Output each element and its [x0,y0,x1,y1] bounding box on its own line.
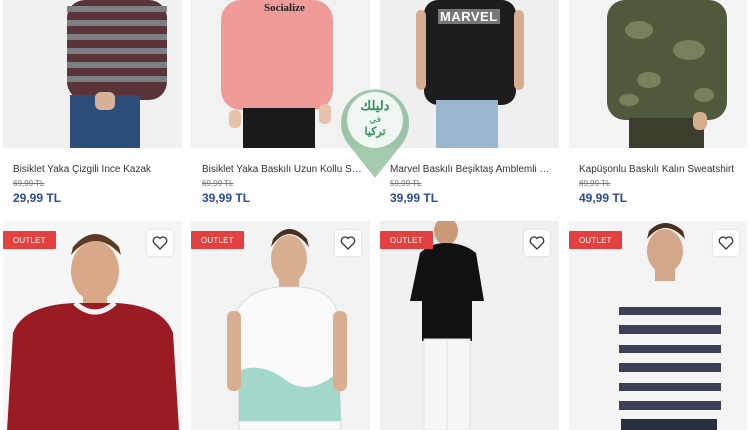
favorite-button[interactable] [524,230,550,256]
old-price: 59,99 TL [390,179,422,188]
product-card[interactable]: Kapüşonlu Baskılı Kalın Sweatshirt 89,99… [566,0,750,215]
product-image[interactable] [3,0,182,148]
shirt-print-text: MARVEL [438,9,500,24]
watermark-text-3: تركيا [364,126,386,138]
product-image[interactable] [569,0,747,148]
favorite-button[interactable] [713,230,739,256]
price: 29,99 TL [13,191,62,205]
shirt-print-text: Socialize [264,2,305,14]
favorite-button[interactable] [335,230,361,256]
heart-icon [718,236,734,250]
heart-icon [529,236,545,250]
product-title[interactable]: Bisiklet Yaka Çizgili İnce Kazak [13,164,185,175]
old-price: 69,99 TL [202,179,234,188]
price: 39,99 TL [390,191,439,205]
product-card[interactable]: OUTLET [188,221,373,430]
product-title[interactable]: Marvel Baskılı Beşiktaş Amblemli Tiş... [390,164,550,175]
product-card[interactable]: OUTLET [0,221,185,430]
old-price: 89,99 TL [579,179,611,188]
old-price: 69,99 TL [13,179,45,188]
outlet-badge: OUTLET [191,231,244,249]
product-image[interactable]: OUTLET [569,221,747,430]
watermark-text-2: في [369,114,381,124]
product-card[interactable]: OUTLET [566,221,750,430]
price: 49,99 TL [579,191,628,205]
outlet-badge: OUTLET [380,231,433,249]
product-image[interactable]: OUTLET [3,221,182,430]
product-image[interactable]: OUTLET [380,221,559,430]
watermark-text-1: دليلك [360,98,390,113]
heart-icon [152,236,168,250]
favorite-button[interactable] [147,230,173,256]
watermark-logo: دليلك في تركيا [336,84,414,180]
price: 39,99 TL [202,191,251,205]
product-photo [67,0,167,148]
product-image[interactable]: OUTLET [191,221,370,430]
product-photo [607,0,727,148]
heart-icon [340,236,356,250]
outlet-badge: OUTLET [569,231,622,249]
product-card[interactable]: Bisiklet Yaka Çizgili İnce Kazak 69,99 T… [0,0,185,215]
product-title[interactable]: Kapüşonlu Baskılı Kalın Sweatshirt [579,164,750,175]
product-card[interactable]: OUTLET [377,221,562,430]
outlet-badge: OUTLET [3,231,56,249]
product-grid: Bisiklet Yaka Çizgili İnce Kazak 69,99 T… [0,0,750,430]
